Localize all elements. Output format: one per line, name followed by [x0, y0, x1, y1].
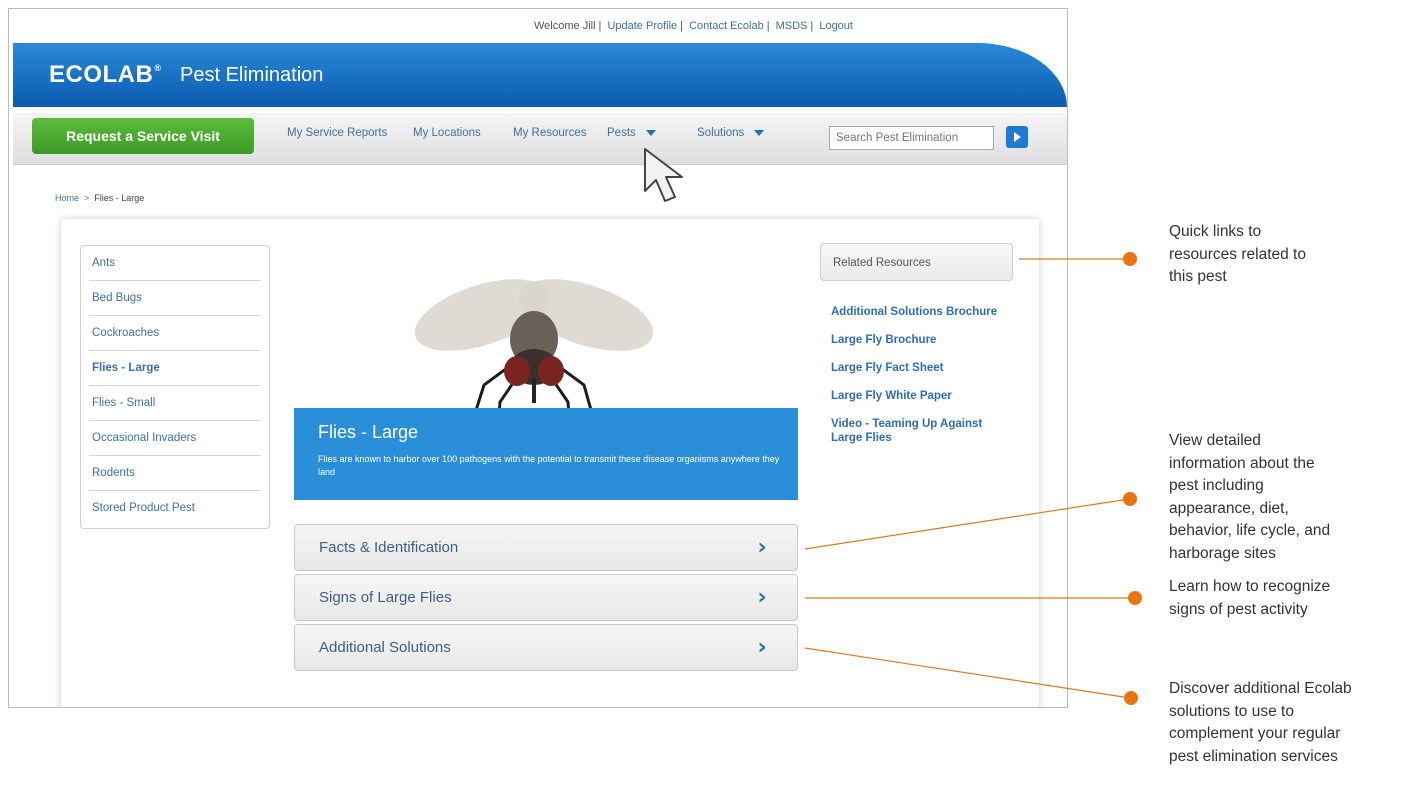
- facts-identification-section[interactable]: Facts & Identification ›: [294, 524, 798, 571]
- related-link-additional-solutions-brochure[interactable]: Additional Solutions Brochure: [831, 305, 1011, 319]
- pest-item-bed-bugs[interactable]: Bed Bugs: [89, 281, 261, 316]
- pest-item-flies-small[interactable]: Flies - Small: [89, 386, 261, 421]
- update-profile-link[interactable]: Update Profile: [607, 20, 677, 32]
- chevron-right-icon: ›: [757, 535, 767, 560]
- pest-title: Flies - Large: [318, 422, 419, 442]
- chevron-down-icon: [645, 129, 656, 136]
- section-label: Additional Solutions: [319, 639, 451, 656]
- search-go-button[interactable]: [1006, 126, 1028, 148]
- top-links: Welcome Jill | Update Profile | Contact Ec…: [534, 20, 853, 32]
- callout-additional-solutions: Discover additional Ecolab solutions to …: [1169, 680, 1352, 765]
- pest-hero-banner: Flies - Large Flies are known to harbor …: [294, 408, 798, 500]
- callout-quick-links: Quick links to resources related to this…: [1169, 223, 1306, 285]
- section-label: Signs of Large Flies: [319, 589, 452, 606]
- logout-link[interactable]: Logout: [819, 20, 853, 32]
- related-link-large-fly-brochure[interactable]: Large Fly Brochure: [831, 333, 1011, 347]
- related-link-large-fly-fact-sheet[interactable]: Large Fly Fact Sheet: [831, 361, 1011, 375]
- logo-wordmark: ECOLAB: [49, 61, 154, 88]
- nav-pests-label: Pests: [607, 127, 636, 139]
- nav-pests[interactable]: Pests: [607, 127, 656, 139]
- website-screenshot: Welcome Jill | Update Profile | Contact Ec…: [8, 8, 1068, 708]
- callout-dot: [1123, 492, 1137, 506]
- request-service-visit-button[interactable]: Request a Service Visit: [32, 118, 254, 154]
- pest-item-flies-large[interactable]: Flies - Large: [89, 351, 261, 386]
- registered-mark: ®: [154, 63, 162, 73]
- callout-detailed-info: View detailed information about the pest…: [1169, 432, 1331, 562]
- additional-solutions-section[interactable]: Additional Solutions ›: [294, 624, 798, 671]
- breadcrumb-separator: >: [84, 193, 90, 203]
- related-resources-header: Related Resources: [820, 243, 1013, 281]
- signs-of-large-flies-section[interactable]: Signs of Large Flies ›: [294, 574, 798, 621]
- pest-item-occasional-invaders[interactable]: Occasional Invaders: [89, 421, 261, 456]
- pest-item-cockroaches[interactable]: Cockroaches: [89, 316, 261, 351]
- nav-solutions-label: Solutions: [697, 127, 745, 139]
- pest-item-rodents[interactable]: Rodents: [89, 456, 261, 491]
- site-name: Pest Elimination: [180, 64, 324, 86]
- contact-ecolab-link[interactable]: Contact Ecolab: [689, 20, 764, 32]
- chevron-down-icon: [754, 129, 765, 136]
- welcome-text: Welcome Jill: [534, 20, 596, 32]
- nav-my-locations[interactable]: My Locations: [413, 127, 481, 139]
- search-input[interactable]: [829, 126, 994, 150]
- callout-dot: [1124, 691, 1138, 705]
- breadcrumb-current: Flies - Large: [94, 193, 145, 203]
- related-link-large-fly-white-paper[interactable]: Large Fly White Paper: [831, 389, 1011, 403]
- nav-solutions[interactable]: Solutions: [697, 127, 765, 139]
- nav-my-service-reports[interactable]: My Service Reports: [287, 127, 387, 139]
- section-label: Facts & Identification: [319, 539, 459, 556]
- related-resources-list: Additional Solutions Brochure Large Fly …: [831, 305, 1011, 459]
- breadcrumb-home[interactable]: Home: [55, 193, 79, 203]
- related-link-video-teaming-up[interactable]: Video - Teaming Up Against Large Flies: [831, 417, 1011, 445]
- nav-my-resources[interactable]: My Resources: [513, 127, 587, 139]
- callout-dot: [1123, 252, 1137, 266]
- chevron-right-icon: ›: [757, 585, 767, 610]
- callout-dot: [1128, 591, 1142, 605]
- brand-header: ECOLAB® Pest Elimination: [13, 43, 1067, 107]
- pest-list: Ants Bed Bugs Cockroaches Flies - Large …: [80, 245, 270, 529]
- breadcrumb: Home > Flies - Large: [55, 193, 144, 203]
- mouse-cursor-icon: [644, 148, 683, 202]
- callout-signs: Learn how to recognize signs of pest act…: [1169, 578, 1331, 618]
- chevron-right-icon: ›: [757, 635, 767, 660]
- pest-description: Flies are known to harbor over 100 patho…: [318, 454, 780, 477]
- main-nav: Request a Service Visit My Service Repor…: [13, 113, 1067, 165]
- msds-link[interactable]: MSDS: [776, 20, 808, 32]
- pest-item-stored-product-pest[interactable]: Stored Product Pest: [89, 491, 261, 526]
- pest-item-ants[interactable]: Ants: [89, 246, 261, 281]
- ecolab-logo[interactable]: ECOLAB®: [49, 61, 161, 89]
